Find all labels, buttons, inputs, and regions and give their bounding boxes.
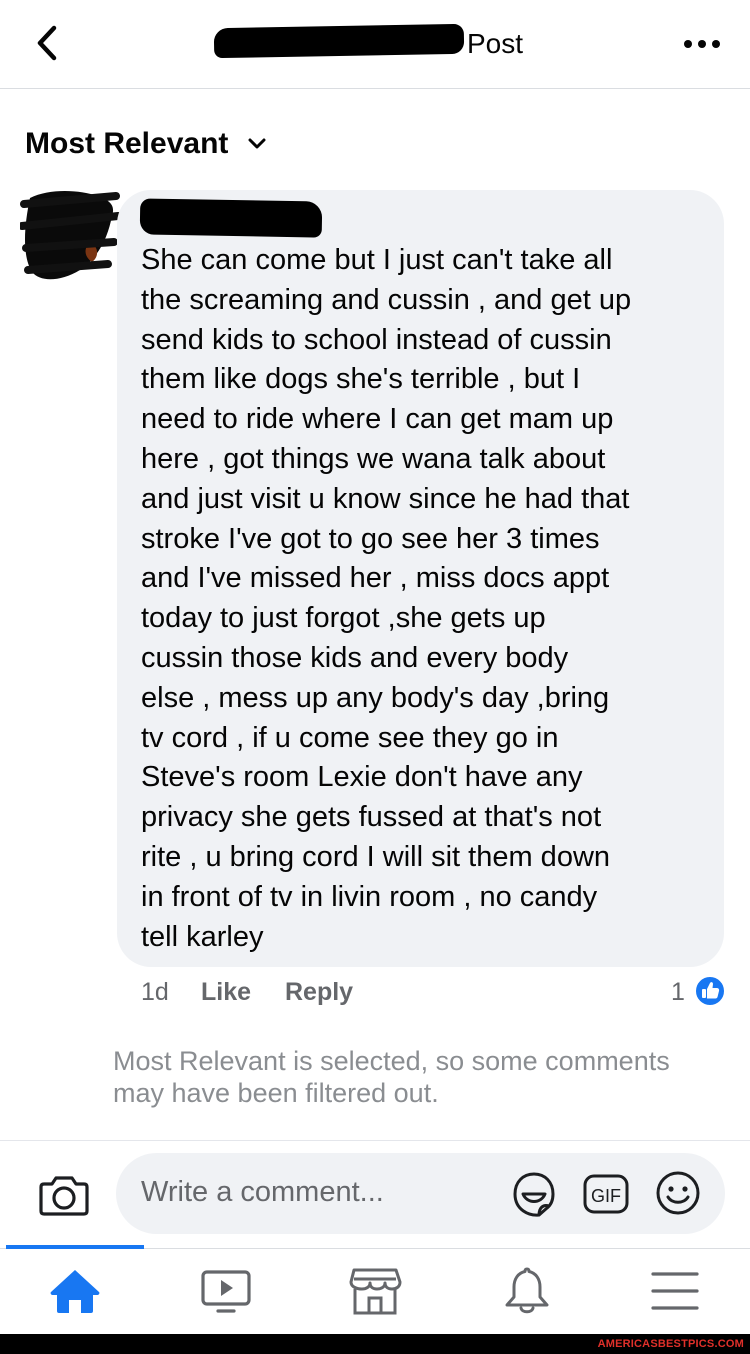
reaction-count[interactable]: 1 [671, 978, 685, 1007]
tab-marketplace[interactable] [345, 1266, 405, 1316]
smile-icon [656, 1171, 700, 1215]
like-button[interactable]: Like [201, 978, 251, 1007]
camera-button[interactable] [38, 1170, 90, 1218]
redacted-author-name [213, 23, 465, 59]
divider [0, 1140, 750, 1141]
chevron-left-icon [37, 25, 57, 61]
redacted-commenter-name [139, 198, 323, 238]
active-tab-indicator [6, 1245, 144, 1249]
tab-notifications[interactable] [497, 1266, 557, 1316]
gif-label: GIF [591, 1186, 621, 1206]
like-reaction-badge[interactable] [694, 975, 726, 1007]
more-icon [684, 40, 720, 48]
comment-text: She can come but I just can't take all t… [141, 244, 632, 953]
home-icon [50, 1270, 100, 1313]
marketplace-icon [349, 1268, 402, 1315]
avatar[interactable] [18, 186, 122, 284]
comment-input-placeholder: Write a comment... [141, 1176, 384, 1208]
tab-home[interactable] [45, 1266, 105, 1316]
menu-icon [651, 1272, 699, 1310]
gif-icon: GIF [583, 1174, 629, 1214]
filter-notice: Most Relevant is selected, so some comme… [113, 1046, 670, 1108]
watermark: AMERICASBESTPICS.COM [597, 1338, 744, 1350]
sticker-button[interactable] [509, 1170, 559, 1218]
camera-icon [39, 1176, 89, 1216]
back-button[interactable] [26, 22, 70, 66]
page-title: Post [467, 28, 524, 59]
sticker-icon [513, 1172, 555, 1217]
sort-dropdown[interactable]: Most Relevant [25, 124, 268, 164]
thumbs-up-icon [702, 982, 720, 999]
tab-watch[interactable] [196, 1266, 256, 1316]
more-options-button[interactable] [680, 30, 728, 58]
sort-label: Most Relevant [25, 127, 229, 160]
chevron-down-icon [248, 138, 266, 149]
reply-button[interactable]: Reply [285, 978, 353, 1007]
gif-button[interactable]: GIF [582, 1172, 630, 1216]
emoji-button[interactable] [655, 1170, 701, 1216]
redacted-avatar-scribble [18, 191, 122, 280]
tab-menu[interactable] [645, 1266, 705, 1316]
watch-icon [201, 1270, 251, 1313]
comment-timestamp: 1d [141, 978, 169, 1006]
bell-icon [505, 1267, 549, 1314]
